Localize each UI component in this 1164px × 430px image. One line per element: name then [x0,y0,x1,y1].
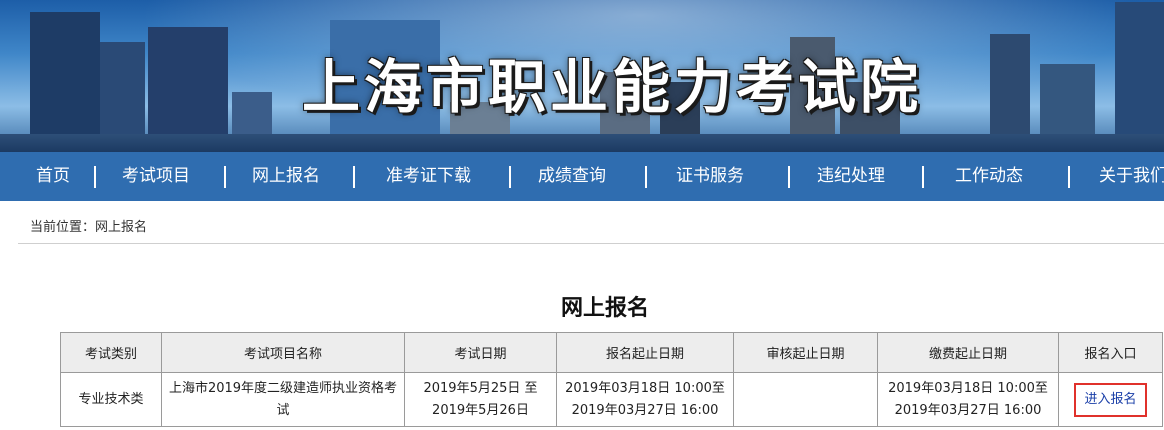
cell-payment-period: 2019年03月18日 10:00至2019年03月27日 16:00 [877,372,1059,427]
column-header: 考试日期 [404,332,557,373]
nav-item-score-query[interactable]: 成绩查询 [538,152,606,201]
page-title: 网上报名 [560,296,649,321]
cell-review-period [733,372,878,427]
cell-exam-name: 上海市2019年度二级建造师执业资格考试 [161,372,405,427]
main-nav: 首页 考试项目 网上报名 准考证下载 成绩查询 证书服务 违纪处理 工作动态 关… [0,152,1164,201]
nav-divider [353,166,355,188]
column-header: 考试类别 [60,332,162,373]
nav-item-exam-projects[interactable]: 考试项目 [122,152,190,201]
nav-item-violation-handling[interactable]: 违纪处理 [817,152,885,201]
column-header: 报名入口 [1058,332,1163,373]
breadcrumb: 当前位置：网上报名 [18,212,1164,244]
cell-entry: 进入报名 [1058,372,1163,427]
column-header: 考试项目名称 [161,332,405,373]
column-header: 报名起止日期 [556,332,734,373]
nav-divider [509,166,511,188]
cell-register-period: 2019年03月18日 10:00至2019年03月27日 16:00 [556,372,734,427]
table-header-row: 考试类别 考试项目名称 考试日期 报名起止日期 审核起止日期 缴费起止日期 报名… [60,332,1163,373]
skyline-building [30,12,100,152]
table-row: 专业技术类 上海市2019年度二级建造师执业资格考试 2019年5月25日 至 … [60,372,1163,427]
nav-divider [922,166,924,188]
column-header: 审核起止日期 [733,332,878,373]
header-banner: 上海市职业能力考试院 [0,0,1164,152]
nav-divider [788,166,790,188]
nav-item-work-news[interactable]: 工作动态 [955,152,1023,201]
nav-item-online-registration[interactable]: 网上报名 [252,152,320,201]
registration-table: 考试类别 考试项目名称 考试日期 报名起止日期 审核起止日期 缴费起止日期 报名… [60,332,1163,427]
nav-item-about-us[interactable]: 关于我们 [1099,152,1164,201]
nav-item-home[interactable]: 首页 [36,152,70,201]
nav-divider [94,166,96,188]
column-header: 缴费起止日期 [877,332,1059,373]
banner-river [0,134,1164,152]
site-title: 上海市职业能力考试院 [302,53,923,121]
nav-divider [645,166,647,188]
cell-exam-date: 2019年5月25日 至 2019年5月26日 [404,372,557,427]
nav-item-certificate-service[interactable]: 证书服务 [676,152,744,201]
cell-category: 专业技术类 [60,372,162,427]
enter-registration-link[interactable]: 进入报名 [1074,382,1147,417]
nav-divider [224,166,226,188]
nav-item-admission-ticket[interactable]: 准考证下载 [386,152,471,201]
skyline-building [1115,2,1164,152]
nav-divider [1068,166,1070,188]
